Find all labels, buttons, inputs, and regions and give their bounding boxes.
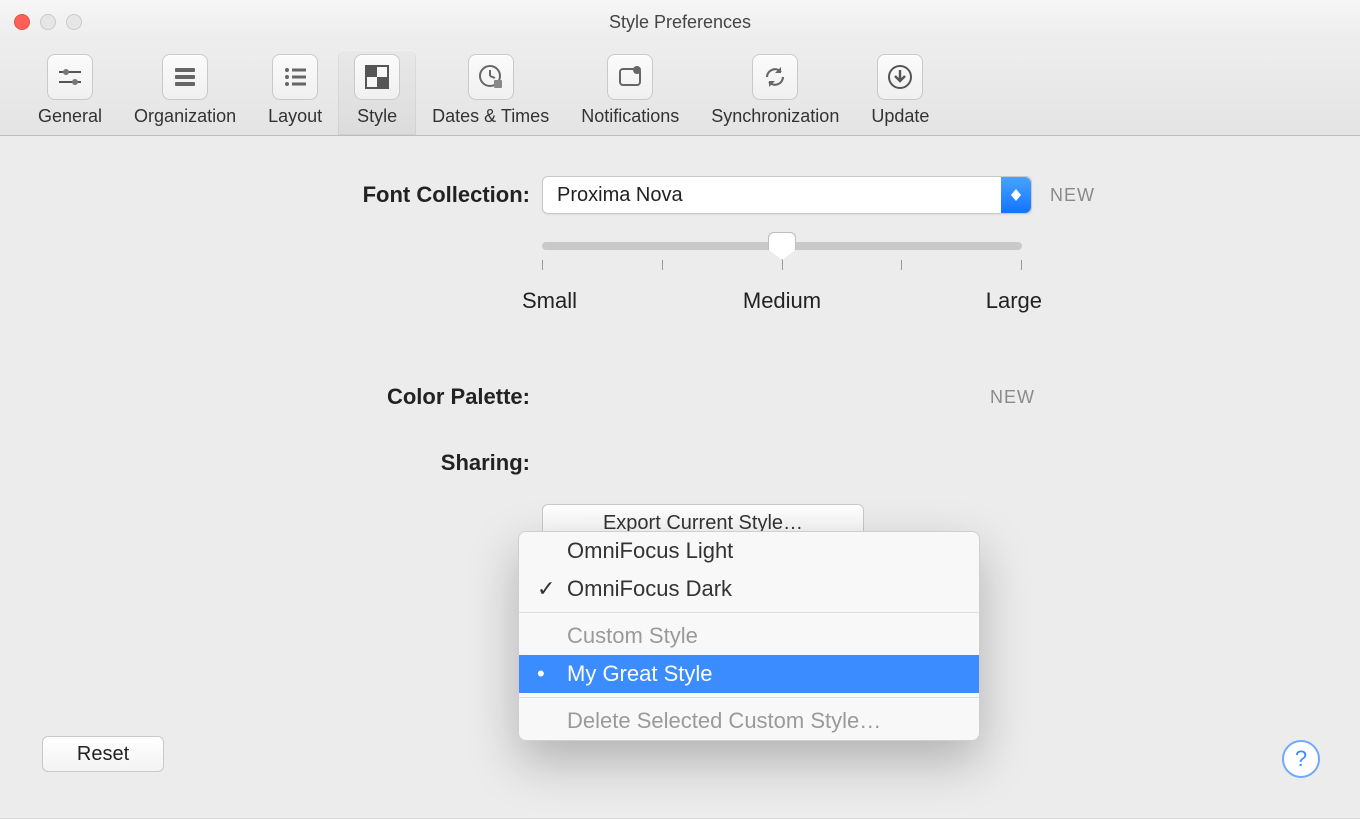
- tab-label: Dates & Times: [432, 106, 549, 127]
- checker-icon: [354, 54, 400, 100]
- tab-label: Synchronization: [711, 106, 839, 127]
- slider-labels: Small Medium Large: [542, 288, 1022, 314]
- download-icon: [877, 54, 923, 100]
- color-palette-label: Color Palette:: [0, 384, 542, 410]
- tab-style[interactable]: Style: [338, 50, 416, 135]
- font-collection-select[interactable]: Proxima Nova: [542, 176, 1032, 214]
- font-collection-label: Font Collection:: [0, 182, 542, 208]
- bullet-icon: •: [537, 661, 545, 687]
- tab-notifications[interactable]: Notifications: [565, 50, 695, 135]
- sharing-row: Sharing:: [0, 450, 1360, 476]
- font-collection-value: Proxima Nova: [557, 184, 683, 207]
- tab-organization[interactable]: Organization: [118, 50, 252, 135]
- tab-dates-times[interactable]: Dates & Times: [416, 50, 565, 135]
- sync-icon: [752, 54, 798, 100]
- help-icon: ?: [1295, 746, 1307, 772]
- tab-general[interactable]: General: [22, 50, 118, 135]
- window-controls: [14, 14, 82, 30]
- palette-option-custom[interactable]: • My Great Style: [519, 655, 979, 693]
- font-collection-row: Font Collection: Proxima Nova NEW: [0, 176, 1360, 214]
- sliders-icon: [47, 54, 93, 100]
- tab-label: General: [38, 106, 102, 127]
- slider-thumb[interactable]: [768, 232, 796, 260]
- window-title: Style Preferences: [0, 12, 1360, 33]
- sharing-label: Sharing:: [0, 450, 542, 476]
- clock-icon: [468, 54, 514, 100]
- slider-label-medium: Medium: [742, 288, 822, 314]
- slider-ticks: [542, 260, 1022, 270]
- color-palette-row: Color Palette: NEW: [0, 384, 1360, 410]
- slider-track: [542, 242, 1022, 250]
- palette-option-dark[interactable]: ✓ OmniFocus Dark: [519, 570, 979, 608]
- reset-button[interactable]: Reset: [42, 736, 164, 772]
- minimize-window-button[interactable]: [40, 14, 56, 30]
- tab-label: Notifications: [581, 106, 679, 127]
- tray-stack-icon: [162, 54, 208, 100]
- tab-synchronization[interactable]: Synchronization: [695, 50, 855, 135]
- tab-label: Style: [357, 106, 397, 127]
- menu-separator: [519, 612, 979, 613]
- tab-label: Layout: [268, 106, 322, 127]
- color-palette-menu: OmniFocus Light ✓ OmniFocus Dark Custom …: [518, 531, 980, 741]
- titlebar: Style Preferences: [0, 0, 1360, 44]
- tab-update[interactable]: Update: [855, 50, 945, 135]
- new-badge: NEW: [1050, 185, 1095, 206]
- preferences-toolbar: General Organization Layout Style Dates …: [0, 44, 1360, 136]
- palette-section-header: Custom Style: [519, 617, 979, 655]
- help-button[interactable]: ?: [1282, 740, 1320, 778]
- style-pane: Font Collection: Proxima Nova NEW Small …: [0, 136, 1360, 542]
- tab-layout[interactable]: Layout: [252, 50, 338, 135]
- checkmark-icon: ✓: [537, 576, 555, 602]
- new-badge: NEW: [990, 387, 1035, 408]
- tab-label: Update: [871, 106, 929, 127]
- slider-label-large: Large: [962, 288, 1042, 314]
- tab-label: Organization: [134, 106, 236, 127]
- notification-icon: [607, 54, 653, 100]
- reset-label: Reset: [77, 743, 129, 766]
- menu-separator: [519, 697, 979, 698]
- text-size-slider[interactable]: Small Medium Large: [542, 242, 1022, 314]
- list-icon: [272, 54, 318, 100]
- slider-label-small: Small: [522, 288, 602, 314]
- palette-delete-custom[interactable]: Delete Selected Custom Style…: [519, 702, 979, 740]
- zoom-window-button[interactable]: [66, 14, 82, 30]
- palette-option-light[interactable]: OmniFocus Light: [519, 532, 979, 570]
- select-stepper-icon: [1001, 177, 1031, 213]
- close-window-button[interactable]: [14, 14, 30, 30]
- preferences-window: Style Preferences General Organization L…: [0, 0, 1360, 819]
